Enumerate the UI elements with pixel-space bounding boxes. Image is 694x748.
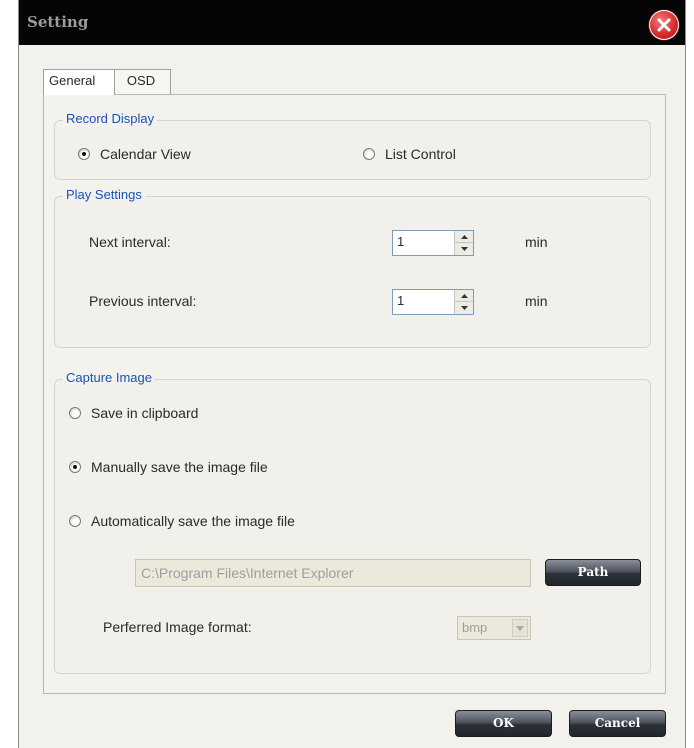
window-title: Setting xyxy=(27,13,89,31)
spin-up-button[interactable] xyxy=(455,231,473,243)
play-settings-group: Play Settings Next interval: 1 min Previ… xyxy=(54,187,651,348)
save-path-field[interactable]: C:\Program Files\Internet Explorer xyxy=(135,559,531,587)
list-control-label: List Control xyxy=(385,146,456,162)
calendar-view-radio[interactable]: Calendar View xyxy=(78,146,191,162)
close-button[interactable] xyxy=(649,10,679,40)
image-format-select[interactable]: bmp xyxy=(457,616,531,640)
play-settings-legend: Play Settings xyxy=(63,187,145,202)
next-interval-label: Next interval: xyxy=(89,234,171,250)
next-interval-value: 1 xyxy=(397,234,405,249)
list-control-radio[interactable]: List Control xyxy=(363,146,456,162)
spin-up-button[interactable] xyxy=(455,290,473,302)
chevron-down-icon xyxy=(460,247,468,251)
radio-indicator xyxy=(69,407,81,419)
calendar-view-label: Calendar View xyxy=(100,146,191,162)
radio-indicator xyxy=(69,461,81,473)
image-format-label: Perferred Image format: xyxy=(103,619,252,635)
manual-save-label: Manually save the image file xyxy=(91,459,268,475)
record-display-group: Record Display Calendar View List Contro… xyxy=(54,111,651,180)
previous-interval-unit: min xyxy=(525,293,548,309)
chevron-up-icon xyxy=(460,234,468,239)
radio-indicator xyxy=(69,515,81,527)
auto-save-radio[interactable]: Automatically save the image file xyxy=(69,513,295,529)
capture-image-legend: Capture Image xyxy=(63,370,155,385)
manual-save-radio[interactable]: Manually save the image file xyxy=(69,459,268,475)
radio-indicator xyxy=(363,148,375,160)
title-bar: Setting xyxy=(19,0,685,45)
spin-down-button[interactable] xyxy=(455,243,473,255)
save-clipboard-radio[interactable]: Save in clipboard xyxy=(69,405,198,421)
previous-interval-stepper[interactable]: 1 xyxy=(392,289,474,315)
tab-osd[interactable]: OSD xyxy=(111,69,171,94)
image-format-value: bmp xyxy=(462,620,488,635)
settings-dialog: Setting General OSD Record Display Calen… xyxy=(19,0,685,748)
path-button[interactable]: Path xyxy=(545,559,641,586)
record-display-legend: Record Display xyxy=(63,111,158,126)
previous-interval-label: Previous interval: xyxy=(89,293,197,309)
next-interval-unit: min xyxy=(525,234,548,250)
chevron-up-icon xyxy=(460,293,468,298)
radio-indicator xyxy=(78,148,90,160)
cancel-button[interactable]: Cancel xyxy=(569,710,666,737)
general-panel: Record Display Calendar View List Contro… xyxy=(43,94,666,694)
tab-general[interactable]: General xyxy=(43,69,115,95)
next-interval-stepper[interactable]: 1 xyxy=(392,230,474,256)
close-icon xyxy=(657,18,671,32)
capture-image-group: Capture Image Save in clipboard Manually… xyxy=(54,370,651,674)
ok-button[interactable]: OK xyxy=(455,710,552,737)
dropdown-button[interactable] xyxy=(512,619,528,637)
auto-save-label: Automatically save the image file xyxy=(91,513,295,529)
chevron-down-icon xyxy=(460,306,468,310)
save-clipboard-label: Save in clipboard xyxy=(91,405,199,421)
spin-down-button[interactable] xyxy=(455,302,473,314)
previous-interval-value: 1 xyxy=(397,293,405,308)
chevron-down-icon xyxy=(516,625,524,631)
